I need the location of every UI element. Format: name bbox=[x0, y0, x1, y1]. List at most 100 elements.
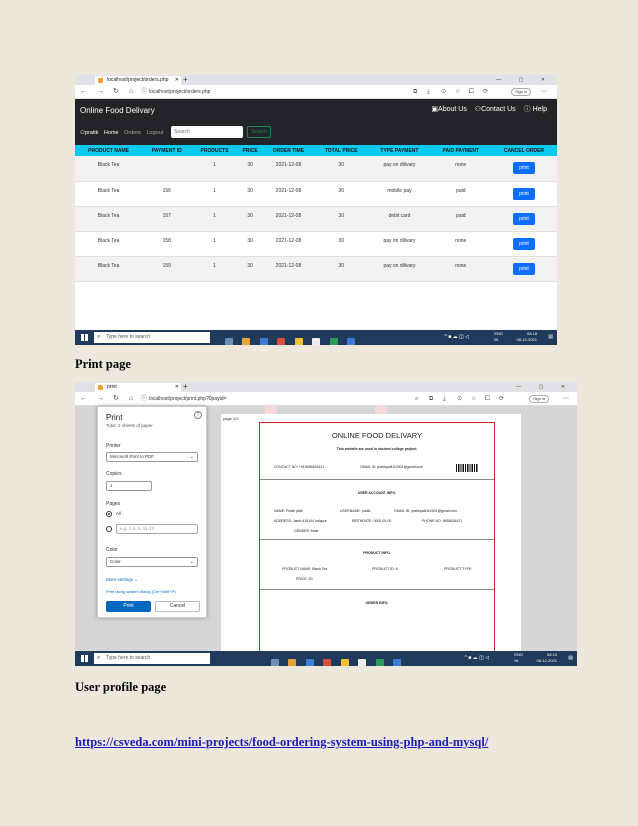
print-button[interactable]: print bbox=[513, 262, 535, 275]
read-aloud-icon[interactable]: ⧉ bbox=[429, 394, 433, 404]
taskbar-search[interactable]: ⌕ Type here to search bbox=[94, 332, 210, 343]
sign-in-button[interactable]: Sign in bbox=[529, 395, 550, 403]
notification-icon[interactable]: ▤ bbox=[568, 654, 573, 662]
url-field[interactable]: localhost/project/orders.php bbox=[149, 87, 210, 97]
close-tab-icon[interactable]: ✕ bbox=[175, 383, 179, 392]
folder-icon[interactable] bbox=[340, 659, 349, 666]
window-controls[interactable]: — ▢ ✕ bbox=[516, 382, 573, 392]
favorites-icon[interactable]: ☆ bbox=[471, 394, 476, 404]
more-icon[interactable]: ⋯ bbox=[541, 87, 547, 97]
cancel-button[interactable]: Cancel bbox=[155, 601, 200, 612]
search-input[interactable]: Search bbox=[171, 126, 243, 138]
edge-icon[interactable] bbox=[329, 338, 338, 345]
print-button[interactable]: print bbox=[513, 162, 535, 174]
task-view-icon[interactable] bbox=[271, 659, 279, 666]
cell-paid: none bbox=[430, 156, 491, 182]
collections-icon[interactable]: ⧠ bbox=[485, 394, 490, 404]
back-icon[interactable]: ← bbox=[80, 87, 87, 97]
app-icon[interactable] bbox=[288, 659, 297, 666]
folder-icon[interactable] bbox=[294, 338, 303, 345]
zoom-icon[interactable]: ⌕ bbox=[415, 394, 418, 404]
source-link[interactable]: https://csveda.com/mini-projects/food-or… bbox=[75, 735, 488, 750]
back-icon[interactable]: ← bbox=[80, 394, 87, 404]
refresh-icon[interactable]: ↻ bbox=[113, 394, 119, 404]
pages-range-input[interactable]: e.g. 1-5, 8, 11-13 bbox=[116, 524, 198, 534]
language-indicator[interactable]: ENG IN bbox=[514, 652, 523, 664]
caption-user-profile: User profile page bbox=[75, 680, 167, 694]
app-icon[interactable] bbox=[358, 659, 367, 666]
contact-link[interactable]: ⚇Contact Us bbox=[475, 106, 516, 113]
tray-icons[interactable]: ^ ■ ☁ ◫ ◁ bbox=[445, 333, 470, 341]
print-button[interactable]: Print bbox=[106, 601, 151, 612]
search-button[interactable]: Search bbox=[247, 126, 271, 138]
download-icon[interactable]: ⤓ bbox=[427, 87, 430, 97]
sync-icon[interactable]: ⟳ bbox=[499, 394, 504, 404]
table-header-row: PRODUCT NAME PAYMENT ID PRODUCTS PRICE O… bbox=[75, 145, 557, 156]
browser-tab[interactable]: localhost/project/orders.php ✕ bbox=[95, 76, 181, 85]
about-link[interactable]: ▣About Us bbox=[431, 106, 466, 113]
edge-icon[interactable] bbox=[375, 659, 384, 666]
app-icon[interactable] bbox=[312, 338, 321, 345]
vscode-icon[interactable] bbox=[393, 659, 402, 666]
logout-link[interactable]: Logout bbox=[146, 130, 163, 136]
app-icon[interactable] bbox=[277, 338, 286, 345]
system-dialog-link[interactable]: Print using system dialog (Ctrl+Shift+P) bbox=[106, 589, 176, 594]
browser-tab[interactable]: print ✕ bbox=[95, 383, 181, 392]
sync-icon[interactable]: ⟳ bbox=[483, 87, 488, 97]
preview-price: PRICE: 30 bbox=[296, 577, 313, 581]
collections-icon[interactable]: ⧠ bbox=[469, 87, 474, 97]
vscode-icon[interactable] bbox=[347, 338, 356, 345]
download-icon[interactable]: ⤓ bbox=[443, 394, 446, 404]
windows-start-icon[interactable] bbox=[81, 655, 88, 662]
home-icon[interactable]: ⌂ bbox=[129, 87, 133, 97]
cell-type-payment: pay on dilivary bbox=[368, 231, 431, 257]
print-button[interactable]: print bbox=[513, 187, 535, 200]
task-view-icon[interactable] bbox=[225, 338, 233, 345]
extension-icon[interactable]: ⊙ bbox=[441, 87, 446, 97]
forward-icon[interactable]: → bbox=[97, 87, 104, 97]
printer-select[interactable]: Microsoft Print to PDF ⌄ bbox=[106, 452, 198, 462]
read-aloud-icon[interactable]: ⧉ bbox=[413, 87, 417, 97]
url-field[interactable]: localhost/project/print.php?0payid= bbox=[149, 394, 226, 404]
info-icon: ⓘ bbox=[141, 89, 148, 95]
new-tab-icon[interactable]: + bbox=[183, 382, 188, 392]
pages-label: Pages bbox=[106, 501, 121, 507]
language-indicator[interactable]: ENG IN bbox=[494, 331, 503, 343]
new-tab-icon[interactable]: + bbox=[183, 75, 188, 85]
close-tab-icon[interactable]: ✕ bbox=[175, 76, 179, 85]
sign-in-button[interactable]: Sign in bbox=[511, 88, 532, 96]
clock[interactable]: 08:18 08-12-2021 bbox=[517, 331, 537, 343]
user-link[interactable]: ⚇pratik bbox=[80, 130, 98, 136]
app-icon[interactable] bbox=[323, 659, 332, 666]
app-icon[interactable] bbox=[242, 338, 251, 345]
more-settings-link[interactable]: More settings ⌄ bbox=[106, 577, 138, 583]
notification-icon[interactable]: ▤ bbox=[548, 333, 553, 341]
address-bar: ← → ↻ ⌂ ⓘ localhost/project/orders.php ⧉… bbox=[75, 85, 557, 99]
help-link[interactable]: ⓘ Help bbox=[524, 106, 547, 113]
extension-icon[interactable]: ⊙ bbox=[457, 394, 462, 404]
print-button[interactable]: print bbox=[513, 212, 535, 225]
home-icon[interactable]: ⌂ bbox=[129, 394, 133, 404]
taskbar-search[interactable]: ⌕ Type here to search bbox=[94, 653, 210, 664]
brand[interactable]: Online Food Delivary bbox=[80, 106, 155, 115]
more-icon[interactable]: ⋯ bbox=[563, 394, 569, 404]
forward-icon[interactable]: → bbox=[97, 394, 104, 404]
orders-link[interactable]: Orders bbox=[124, 130, 141, 136]
pages-all-radio[interactable] bbox=[106, 511, 112, 517]
home-link[interactable]: Home bbox=[104, 130, 119, 136]
refresh-icon[interactable]: ↻ bbox=[113, 87, 119, 97]
clock[interactable]: 08:19 08-12-2021 bbox=[537, 652, 557, 664]
app-icon[interactable] bbox=[259, 338, 268, 345]
pages-range-radio[interactable] bbox=[106, 526, 112, 532]
cell-product: Black Tea bbox=[75, 181, 143, 207]
tray-icons[interactable]: ^ ■ ☁ ◫ ◁ bbox=[465, 654, 490, 662]
window-controls[interactable]: — ▢ ✕ bbox=[496, 75, 553, 85]
windows-start-icon[interactable] bbox=[81, 334, 88, 341]
copies-input[interactable]: 1 bbox=[106, 481, 152, 491]
region-label: IN bbox=[494, 337, 499, 342]
help-icon[interactable]: ? bbox=[194, 411, 202, 419]
color-select[interactable]: Color ⌄ bbox=[106, 557, 198, 567]
favorites-icon[interactable]: ☆ bbox=[455, 87, 460, 97]
print-button[interactable]: print bbox=[513, 237, 535, 250]
app-icon[interactable] bbox=[305, 659, 314, 666]
